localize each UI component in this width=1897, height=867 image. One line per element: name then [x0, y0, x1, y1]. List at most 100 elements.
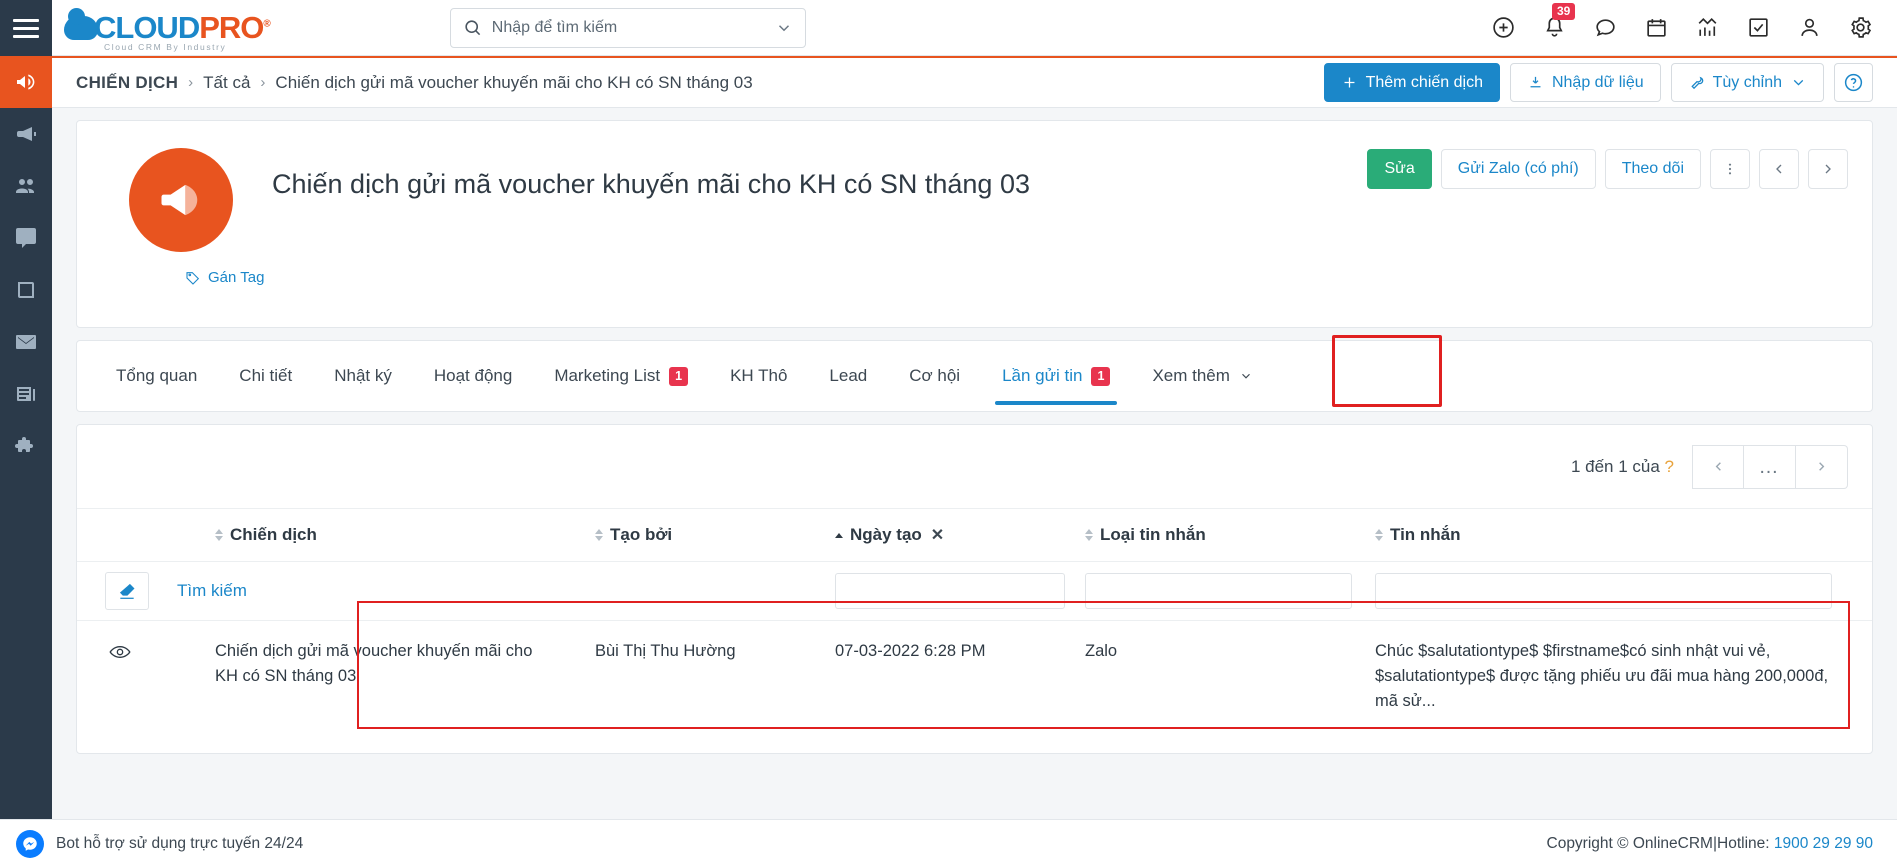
header-created-date[interactable]: Ngày tạo ✕: [835, 509, 1085, 562]
add-campaign-label: Thêm chiến dịch: [1365, 73, 1483, 91]
sidebar-item-chat[interactable]: [0, 212, 52, 264]
assign-tag-label: Gán Tag: [208, 269, 265, 286]
import-data-button[interactable]: Nhập dữ liệu: [1509, 63, 1661, 102]
tab-chi-tiet[interactable]: Chi tiết: [218, 341, 313, 411]
tab-lead[interactable]: Lead: [808, 341, 888, 411]
filter-created-by-cell: [595, 561, 835, 621]
row-view-button[interactable]: [77, 621, 155, 732]
customize-label: Tùy chỉnh: [1712, 73, 1782, 91]
messenger-icon[interactable]: [16, 829, 44, 858]
question-circle-icon: [1844, 73, 1863, 92]
header-created-by[interactable]: Tạo bởi: [595, 509, 835, 562]
table-filter-row: Tìm kiếm: [77, 561, 1872, 621]
sidebar-item-announcement[interactable]: [0, 108, 52, 160]
header-campaign[interactable]: Chiến dịch: [215, 509, 595, 562]
user-icon[interactable]: [1797, 15, 1822, 40]
assign-tag-link[interactable]: Gán Tag: [185, 269, 264, 286]
tab-lan-gui-tin[interactable]: Lần gửi tin 1: [981, 341, 1131, 411]
sidebar-item-contacts[interactable]: [0, 160, 52, 212]
next-record-button[interactable]: [1808, 149, 1848, 189]
tab-marketing-list[interactable]: Marketing List 1: [533, 341, 709, 411]
header-message[interactable]: Tin nhắn: [1375, 509, 1872, 562]
sidebar-item-megaphone[interactable]: [0, 56, 52, 108]
sidebar-item-news[interactable]: [0, 368, 52, 420]
clear-sort-icon[interactable]: ✕: [931, 525, 944, 545]
edit-button[interactable]: Sửa: [1367, 149, 1432, 189]
import-data-label: Nhập dữ liệu: [1551, 73, 1644, 91]
tab-label: KH Thô: [730, 366, 788, 385]
sort-ascending-icon[interactable]: [835, 532, 843, 538]
hotline-number[interactable]: 1900 29 29 90: [1774, 835, 1873, 852]
footer-bar: Bot hỗ trợ sử dụng trực tuyến 24/24 Copy…: [0, 819, 1897, 867]
tab-label: Marketing List: [554, 366, 661, 385]
chevron-down-icon[interactable]: [775, 19, 793, 37]
analytics-icon[interactable]: [1695, 15, 1720, 40]
task-checkbox-icon[interactable]: [1746, 15, 1771, 40]
clear-filters-button[interactable]: [105, 572, 149, 610]
logo-registered-mark: ®: [263, 18, 270, 30]
chat-icon[interactable]: [1593, 15, 1618, 40]
footer-bot-text: Bot hỗ trợ sử dụng trực tuyến 24/24: [56, 834, 304, 852]
follow-label: Theo dõi: [1621, 160, 1684, 177]
tab-label: Xem thêm: [1152, 366, 1230, 385]
cloudpro-logo[interactable]: CLOUDPRO® Cloud CRM By Industry: [64, 8, 271, 52]
tab-label: Nhật ký: [334, 366, 392, 385]
more-options-button[interactable]: [1710, 149, 1750, 189]
breadcrumb-separator: ›: [188, 74, 194, 91]
bell-icon[interactable]: 39: [1542, 3, 1576, 40]
filter-message-type-input[interactable]: [1085, 573, 1352, 609]
sidebar-item-puzzle[interactable]: [0, 420, 52, 472]
header-label: Tạo bởi: [610, 525, 673, 544]
tab-kh-tho[interactable]: KH Thô: [709, 341, 808, 411]
header-message-type[interactable]: Loại tin nhắn: [1085, 509, 1375, 562]
follow-button[interactable]: Theo dõi: [1604, 149, 1701, 189]
book-icon: [18, 282, 34, 298]
tab-tong-quan[interactable]: Tổng quan: [95, 341, 218, 411]
header-label: Ngày tạo: [850, 525, 922, 544]
tab-xem-them[interactable]: Xem thêm: [1131, 341, 1273, 411]
sort-icon[interactable]: [215, 529, 223, 541]
toolbar-actions: Thêm chiến dịch Nhập dữ liệu Tùy chỉnh: [1323, 63, 1873, 102]
help-button[interactable]: [1834, 63, 1873, 102]
gear-icon[interactable]: [1848, 15, 1873, 40]
sort-icon[interactable]: [1085, 529, 1093, 541]
breadcrumb-root[interactable]: CHIẾN DỊCH: [76, 73, 178, 93]
global-search[interactable]: [449, 7, 806, 48]
import-icon: [1530, 76, 1541, 88]
filter-message-input[interactable]: [1375, 573, 1833, 609]
pagination-next-button[interactable]: [1796, 444, 1848, 489]
tab-hoat-dong[interactable]: Hoạt động: [413, 341, 533, 411]
sort-icon[interactable]: [595, 529, 603, 541]
sort-icon[interactable]: [1375, 529, 1383, 541]
table-row[interactable]: Chiến dịch gửi mã voucher khuyến mãi cho…: [77, 621, 1872, 732]
pagination-summary: 1 đến 1 của ?: [1571, 457, 1674, 477]
sidebar-item-book[interactable]: [0, 264, 52, 316]
customize-button[interactable]: Tùy chỉnh: [1670, 63, 1824, 102]
add-circle-icon[interactable]: [1491, 15, 1516, 40]
record-header-card: Chiến dịch gửi mã voucher khuyến mãi cho…: [76, 120, 1873, 328]
contacts-icon: [16, 179, 34, 193]
tab-nhat-ky[interactable]: Nhật ký: [313, 341, 413, 411]
chevron-left-icon: [1715, 462, 1721, 471]
previous-record-button[interactable]: [1759, 149, 1799, 189]
hamburger-menu-button[interactable]: [0, 0, 52, 56]
top-navigation-bar: CLOUDPRO® Cloud CRM By Industry 39: [52, 0, 1897, 56]
add-campaign-button[interactable]: Thêm chiến dịch: [1323, 63, 1500, 102]
cell-message-type: Zalo: [1085, 642, 1118, 660]
wrench-icon: [1690, 76, 1703, 90]
search-input[interactable]: [491, 18, 775, 37]
send-zalo-button[interactable]: Gửi Zalo (có phí): [1440, 149, 1596, 189]
sidebar-item-mail[interactable]: [0, 316, 52, 368]
hamburger-bar: [13, 18, 39, 22]
pagination-more-button[interactable]: …: [1744, 444, 1796, 489]
search-link[interactable]: Tìm kiếm: [177, 581, 247, 600]
breadcrumb-all[interactable]: Tất cả: [203, 73, 250, 93]
calendar-icon[interactable]: [1644, 15, 1669, 40]
header-label: Tin nhắn: [1390, 525, 1461, 544]
filter-created-date-cell: [835, 561, 1085, 621]
megaphone-icon: [17, 74, 35, 90]
filter-created-date-input[interactable]: [835, 573, 1065, 609]
tab-co-hoi[interactable]: Cơ hội: [888, 341, 981, 411]
logo-text-pro: PRO: [199, 10, 264, 45]
pagination-previous-button[interactable]: [1692, 444, 1744, 489]
